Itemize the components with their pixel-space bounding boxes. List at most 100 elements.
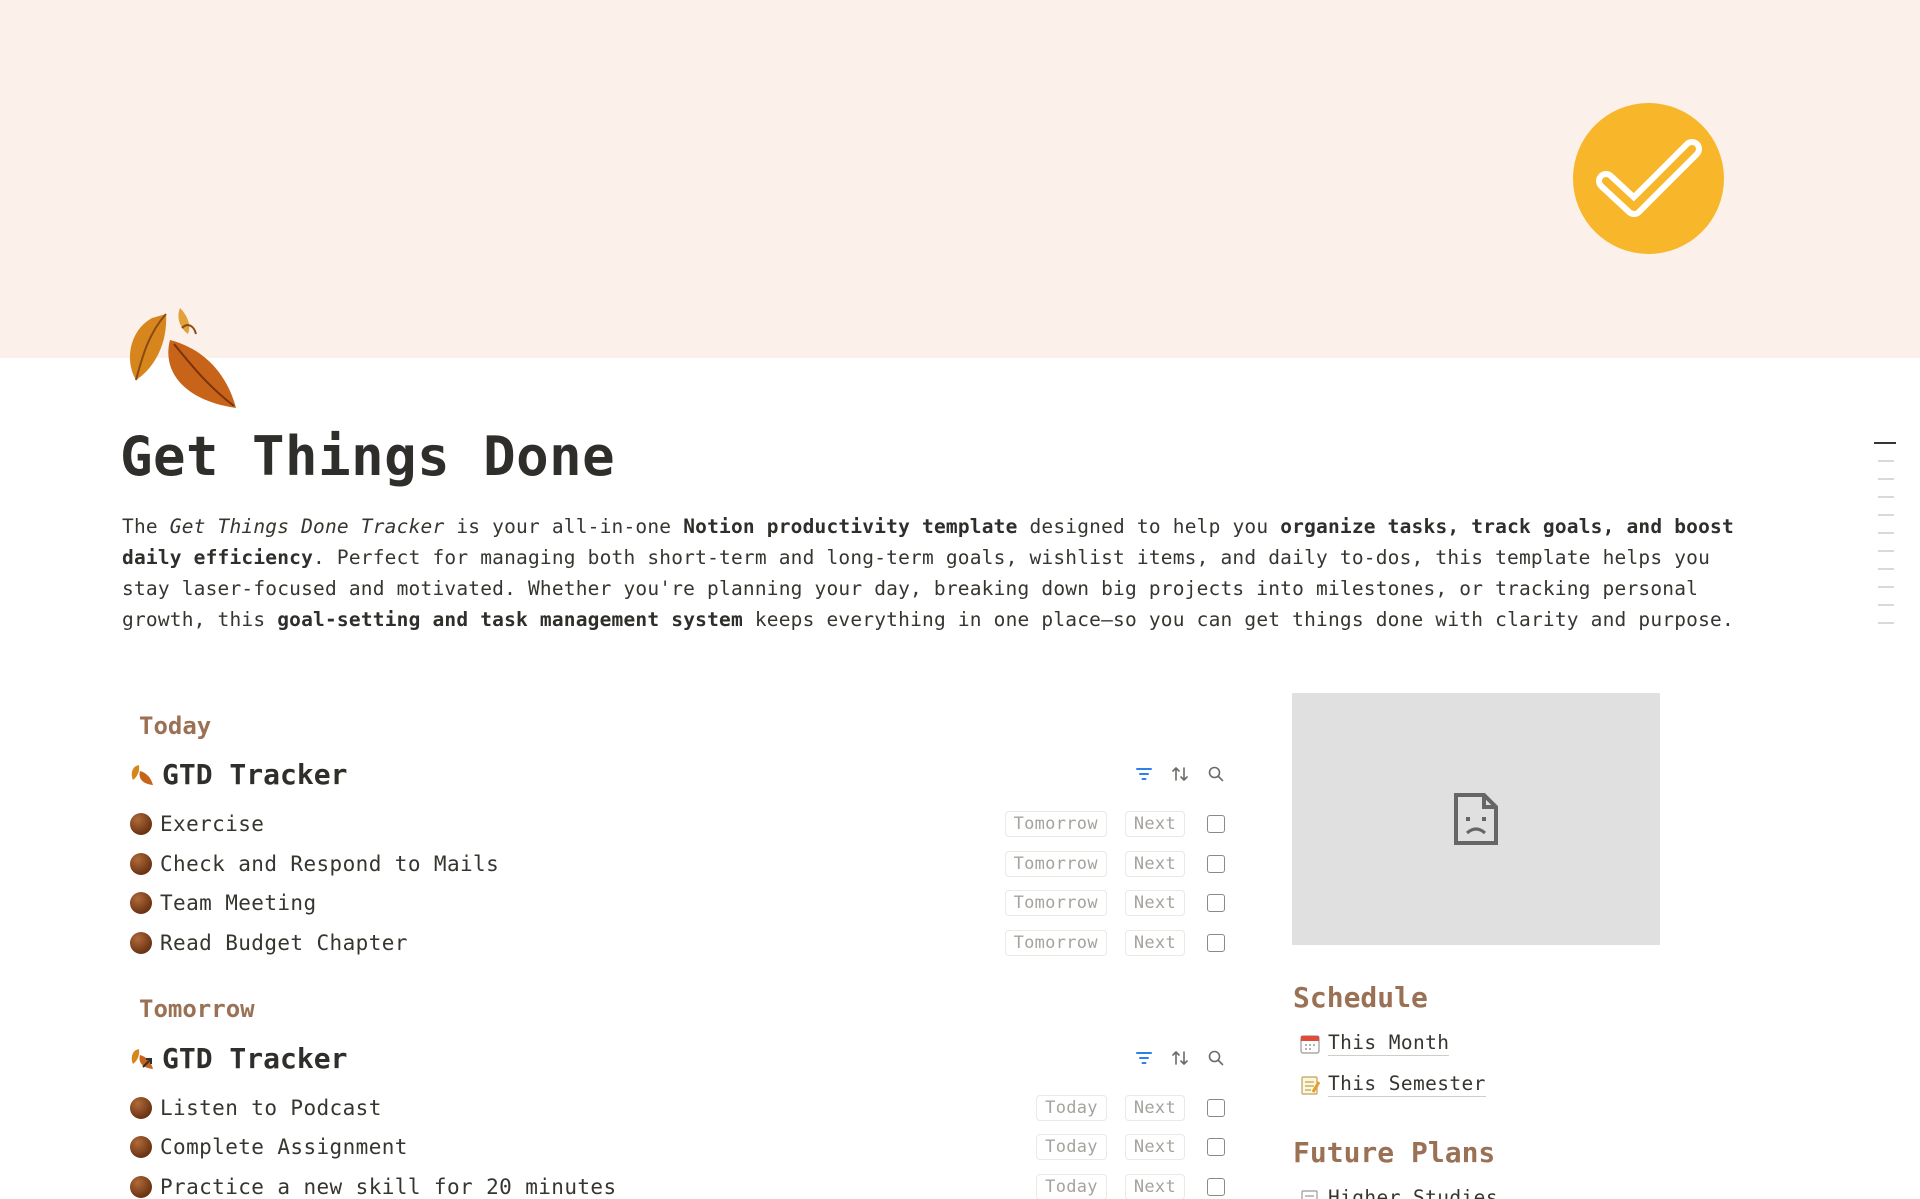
table-of-contents-rail[interactable] [1874, 442, 1896, 640]
link-label[interactable]: This Month [1328, 1031, 1450, 1056]
checkmark-badge-icon [1573, 103, 1724, 254]
task-name[interactable]: Check and Respond to Mails [160, 852, 499, 876]
move-tomorrow-button[interactable]: Tomorrow [1004, 890, 1107, 916]
tracker-header-tomorrow: GTD Tracker [130, 1040, 1225, 1076]
autumn-leaves-link-icon [131, 1049, 153, 1069]
task-actions: Tomorrow Next [1004, 890, 1225, 916]
toc-marker[interactable] [1878, 586, 1894, 588]
filter-icon[interactable] [1135, 1049, 1153, 1067]
next-button[interactable]: Next [1124, 811, 1185, 837]
intro-bold: Notion productivity template [683, 515, 1018, 538]
toc-marker[interactable] [1874, 442, 1896, 444]
task-actions: Today Next [1036, 1095, 1225, 1121]
link-this-semester[interactable]: This Semester [1299, 1072, 1486, 1097]
toc-marker[interactable] [1878, 532, 1894, 534]
move-tomorrow-button[interactable]: Tomorrow [1004, 851, 1107, 877]
tracker-title[interactable]: GTD Tracker [162, 1042, 347, 1075]
next-button[interactable]: Next [1124, 890, 1185, 916]
move-tomorrow-button[interactable]: Tomorrow [1004, 811, 1107, 837]
toc-marker[interactable] [1878, 550, 1894, 552]
autumn-leaves-icon[interactable] [122, 300, 242, 415]
move-today-button[interactable]: Today [1036, 1174, 1107, 1199]
task-row[interactable]: Read Budget Chapter Tomorrow Next [130, 923, 1225, 963]
task-name[interactable]: Team Meeting [160, 891, 317, 915]
memo-icon [1301, 1075, 1321, 1095]
task-row[interactable]: Complete Assignment Today Next [130, 1127, 1225, 1167]
toc-marker[interactable] [1878, 622, 1894, 624]
task-row[interactable]: Practice a new skill for 20 minutes Toda… [130, 1167, 1225, 1199]
sort-icon[interactable] [1171, 765, 1189, 783]
next-button[interactable]: Next [1124, 930, 1185, 956]
intro-paragraph: The Get Things Done Tracker is your all-… [122, 511, 1762, 635]
task-row[interactable]: Exercise Tomorrow Next [130, 804, 1225, 844]
tracker-title[interactable]: GTD Tracker [162, 758, 347, 791]
brown-circle-icon [130, 1136, 152, 1158]
memo-icon [1301, 1189, 1318, 1199]
brown-circle-icon [130, 853, 152, 875]
future-plans-heading: Future Plans [1293, 1136, 1496, 1169]
task-actions: Tomorrow Next [1004, 811, 1225, 837]
autumn-leaves-icon [131, 765, 153, 785]
section-label-today: Today [139, 712, 212, 740]
intro-italic-name: Get Things Done Tracker [169, 515, 445, 538]
move-tomorrow-button[interactable]: Tomorrow [1004, 930, 1107, 956]
schedule-heading: Schedule [1293, 981, 1428, 1014]
task-name[interactable]: Exercise [160, 812, 264, 836]
toc-marker[interactable] [1878, 460, 1894, 462]
toc-marker[interactable] [1878, 478, 1894, 480]
done-checkbox[interactable] [1207, 815, 1225, 833]
task-actions: Today Next [1036, 1134, 1225, 1160]
done-checkbox[interactable] [1207, 855, 1225, 873]
next-button[interactable]: Next [1124, 1134, 1185, 1160]
intro-text: designed to help you [1017, 515, 1281, 538]
page-title[interactable]: Get Things Done [120, 425, 615, 488]
search-icon[interactable] [1207, 765, 1225, 783]
filter-icon[interactable] [1135, 765, 1153, 783]
done-checkbox[interactable] [1207, 934, 1225, 952]
link-this-month[interactable]: This Month [1299, 1031, 1450, 1056]
task-row[interactable]: Team Meeting Tomorrow Next [130, 883, 1225, 923]
link-label[interactable]: Higher Studies [1328, 1186, 1498, 1199]
cover-banner [0, 0, 1920, 358]
intro-text: keeps everything in one place—so you can… [742, 608, 1734, 631]
view-tools [1135, 765, 1225, 783]
task-name[interactable]: Listen to Podcast [160, 1096, 382, 1120]
next-button[interactable]: Next [1124, 1174, 1185, 1199]
move-today-button[interactable]: Today [1036, 1095, 1107, 1121]
brown-circle-icon [130, 932, 152, 954]
brown-circle-icon [130, 813, 152, 835]
view-tools [1135, 1049, 1225, 1067]
toc-marker[interactable] [1878, 496, 1894, 498]
image-placeholder[interactable] [1292, 693, 1660, 945]
next-button[interactable]: Next [1124, 851, 1185, 877]
toc-marker[interactable] [1878, 604, 1894, 606]
done-checkbox[interactable] [1207, 894, 1225, 912]
toc-marker[interactable] [1878, 568, 1894, 570]
task-name[interactable]: Read Budget Chapter [160, 931, 408, 955]
search-icon[interactable] [1207, 1049, 1225, 1067]
move-today-button[interactable]: Today [1036, 1134, 1107, 1160]
link-higher-studies[interactable]: Higher Studies [1299, 1186, 1498, 1199]
next-button[interactable]: Next [1124, 1095, 1185, 1121]
task-actions: Today Next [1036, 1174, 1225, 1199]
sort-icon[interactable] [1171, 1049, 1189, 1067]
link-label[interactable]: This Semester [1328, 1072, 1486, 1097]
task-actions: Tomorrow Next [1004, 930, 1225, 956]
tracker-header-today: GTD Tracker [130, 756, 1225, 792]
brown-circle-icon [130, 1176, 152, 1198]
brown-circle-icon [130, 1097, 152, 1119]
brown-circle-icon [130, 892, 152, 914]
intro-text: The [122, 515, 170, 538]
done-checkbox[interactable] [1207, 1138, 1225, 1156]
done-checkbox[interactable] [1207, 1099, 1225, 1117]
task-name[interactable]: Practice a new skill for 20 minutes [160, 1175, 617, 1199]
done-checkbox[interactable] [1207, 1178, 1225, 1196]
intro-text: is your all-in-one [444, 515, 684, 538]
task-row[interactable]: Listen to Podcast Today Next [130, 1088, 1225, 1128]
toc-marker[interactable] [1878, 514, 1894, 516]
task-row[interactable]: Check and Respond to Mails Tomorrow Next [130, 844, 1225, 884]
task-actions: Tomorrow Next [1004, 851, 1225, 877]
task-name[interactable]: Complete Assignment [160, 1135, 408, 1159]
broken-image-icon [1454, 793, 1498, 845]
intro-bold: goal-setting and task management system [277, 608, 743, 631]
